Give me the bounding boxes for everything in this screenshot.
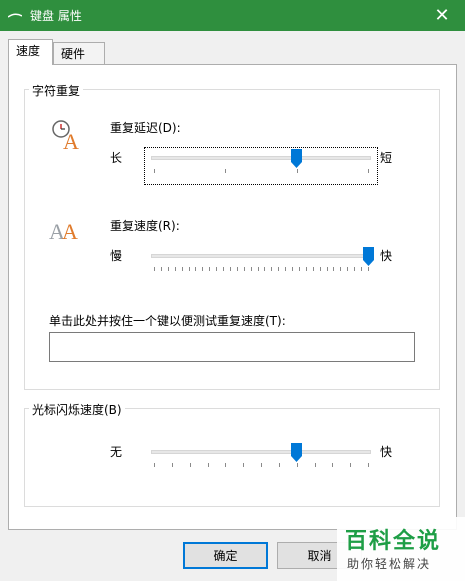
- repeat-rate-tick: [264, 267, 265, 271]
- tab-speed[interactable]: 速度: [8, 39, 53, 65]
- repeat-rate-track: [151, 254, 371, 258]
- tab-panel: 字符重复 A 重复延迟(D): 长 短 A A 重复速度(R): 慢 快 单击此…: [8, 64, 457, 530]
- title-bar[interactable]: 键盘 属性 ✕: [0, 0, 465, 31]
- repeat-rate-tick: [168, 267, 169, 271]
- repeat-delay-thumb[interactable]: [291, 149, 303, 168]
- watermark-subtitle: 助你轻松解决: [347, 557, 432, 571]
- keyboard-icon: [8, 13, 22, 18]
- watermark-title: 百科全说: [345, 529, 442, 554]
- repeat-delay-label: 重复延迟(D):: [110, 121, 181, 135]
- repeat-rate-tick: [195, 267, 196, 271]
- repeat-rate-tick: [313, 267, 314, 271]
- repeat-rate-min-label: 慢: [110, 249, 123, 263]
- repeat-rate-icon: A A: [49, 219, 78, 243]
- repeat-rate-tick: [182, 267, 183, 271]
- repeat-delay-slider[interactable]: [151, 147, 371, 185]
- repeat-rate-tick: [327, 267, 328, 271]
- char-repeat-title: 字符重复: [29, 82, 84, 99]
- cursor-blink-tick: [297, 463, 298, 467]
- repeat-rate-tick: [361, 267, 362, 271]
- repeat-rate-max-label: 快: [380, 249, 393, 263]
- close-icon: ✕: [434, 5, 450, 26]
- repeat-rate-tick: [209, 267, 210, 271]
- repeat-rate-tick: [251, 267, 252, 271]
- repeat-rate-tick: [237, 267, 238, 271]
- repeat-rate-tick: [230, 267, 231, 271]
- repeat-rate-tick: [340, 267, 341, 271]
- cancel-button-label: 取消: [307, 549, 332, 563]
- repeat-delay-tick: [368, 169, 369, 173]
- repeat-rate-tick: [368, 267, 369, 271]
- svg-text:A: A: [63, 129, 79, 151]
- cursor-blink-tick: [261, 463, 262, 467]
- cursor-blink-tick: [368, 463, 369, 467]
- cursor-blink-tick: [243, 463, 244, 467]
- tab-hardware-label: 硬件: [61, 47, 86, 61]
- repeat-rate-tick: [347, 267, 348, 271]
- cursor-blink-tick: [154, 463, 155, 467]
- cursor-blink-min-label: 无: [110, 445, 123, 459]
- cursor-blink-tick: [315, 463, 316, 467]
- repeat-rate-tick: [223, 267, 224, 271]
- cursor-blink-max-label: 快: [380, 445, 393, 459]
- repeat-test-label: 单击此处并按住一个键以便测试重复速度(T):: [49, 314, 286, 328]
- repeat-delay-max-label: 短: [380, 151, 393, 165]
- repeat-test-input[interactable]: [49, 332, 415, 362]
- repeat-rate-thumb[interactable]: [362, 247, 374, 266]
- repeat-rate-tick: [202, 267, 203, 271]
- repeat-rate-tick: [244, 267, 245, 271]
- close-button[interactable]: ✕: [419, 0, 465, 31]
- repeat-delay-icon: A: [52, 120, 79, 151]
- repeat-delay-track: [151, 156, 371, 160]
- cursor-blink-slider[interactable]: [151, 441, 371, 469]
- window-title: 键盘 属性: [30, 9, 82, 23]
- ok-button[interactable]: 确定: [183, 542, 268, 569]
- repeat-rate-tick: [278, 267, 279, 271]
- repeat-rate-tick: [292, 267, 293, 271]
- cursor-blink-tick: [279, 463, 280, 467]
- repeat-rate-tick: [154, 267, 155, 271]
- cursor-blink-thumb[interactable]: [291, 443, 303, 462]
- ok-button-label: 确定: [213, 549, 238, 563]
- cursor-blink-track: [151, 450, 371, 454]
- repeat-rate-tick: [285, 267, 286, 271]
- repeat-delay-tick: [297, 169, 298, 173]
- cursor-blink-tick: [332, 463, 333, 467]
- repeat-rate-tick: [258, 267, 259, 271]
- repeat-rate-tick: [354, 267, 355, 271]
- repeat-delay-tick: [225, 169, 226, 173]
- repeat-delay-tick: [154, 169, 155, 173]
- cursor-blink-tick: [172, 463, 173, 467]
- repeat-rate-slider[interactable]: [151, 245, 374, 273]
- cursor-blink-title: 光标闪烁速度(B): [29, 401, 125, 418]
- cursor-blink-tick: [190, 463, 191, 467]
- repeat-rate-tick: [271, 267, 272, 271]
- tab-hardware[interactable]: 硬件: [53, 42, 105, 64]
- watermark: 百科全说 助你轻松解决: [337, 517, 465, 581]
- tab-speed-label: 速度: [16, 44, 41, 58]
- repeat-rate-label: 重复速度(R):: [110, 219, 180, 233]
- cursor-blink-tick: [350, 463, 351, 467]
- repeat-rate-tick: [320, 267, 321, 271]
- cursor-blink-tick: [225, 463, 226, 467]
- repeat-rate-tick: [306, 267, 307, 271]
- repeat-delay-min-label: 长: [110, 151, 123, 165]
- svg-text:A: A: [62, 219, 78, 243]
- repeat-rate-tick: [175, 267, 176, 271]
- cursor-blink-tick: [208, 463, 209, 467]
- repeat-rate-tick: [189, 267, 190, 271]
- repeat-rate-tick: [216, 267, 217, 271]
- repeat-rate-tick: [333, 267, 334, 271]
- repeat-rate-tick: [299, 267, 300, 271]
- repeat-rate-tick: [161, 267, 162, 271]
